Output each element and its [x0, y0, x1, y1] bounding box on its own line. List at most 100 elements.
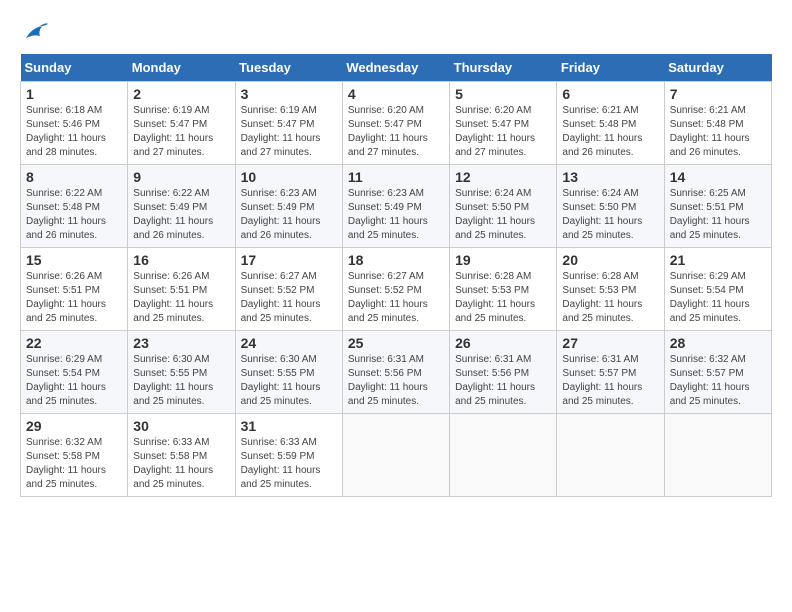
calendar-cell: [450, 414, 557, 497]
calendar-week-row: 22 Sunrise: 6:29 AMSunset: 5:54 PMDayligh…: [21, 331, 772, 414]
day-info: Sunrise: 6:27 AMSunset: 5:52 PMDaylight:…: [241, 271, 321, 324]
day-info: Sunrise: 6:32 AMSunset: 5:58 PMDaylight:…: [26, 437, 106, 490]
day-info: Sunrise: 6:19 AMSunset: 5:47 PMDaylight:…: [133, 105, 213, 158]
calendar-cell: 30 Sunrise: 6:33 AMSunset: 5:58 PMDayligh…: [128, 414, 235, 497]
calendar-cell: 15 Sunrise: 6:26 AMSunset: 5:51 PMDayligh…: [21, 248, 128, 331]
day-info: Sunrise: 6:25 AMSunset: 5:51 PMDaylight:…: [670, 188, 750, 241]
calendar-cell: 23 Sunrise: 6:30 AMSunset: 5:55 PMDayligh…: [128, 331, 235, 414]
day-number: 10: [241, 169, 337, 185]
page-header: [20, 20, 772, 44]
day-number: 12: [455, 169, 551, 185]
day-number: 9: [133, 169, 229, 185]
day-info: Sunrise: 6:24 AMSunset: 5:50 PMDaylight:…: [562, 188, 642, 241]
calendar-week-row: 8 Sunrise: 6:22 AMSunset: 5:48 PMDaylight…: [21, 165, 772, 248]
day-info: Sunrise: 6:20 AMSunset: 5:47 PMDaylight:…: [348, 105, 428, 158]
day-number: 20: [562, 252, 658, 268]
logo: [20, 20, 50, 44]
calendar-cell: 17 Sunrise: 6:27 AMSunset: 5:52 PMDayligh…: [235, 248, 342, 331]
day-number: 25: [348, 335, 444, 351]
calendar-cell: [342, 414, 449, 497]
weekday-header-monday: Monday: [128, 54, 235, 82]
day-info: Sunrise: 6:23 AMSunset: 5:49 PMDaylight:…: [241, 188, 321, 241]
calendar-cell: 24Sunrise: 6:30 AMSunset: 5:55 PMDayligh…: [235, 331, 342, 414]
calendar-cell: 28 Sunrise: 6:32 AMSunset: 5:57 PMDayligh…: [664, 331, 771, 414]
calendar-cell: [557, 414, 664, 497]
day-number: 21: [670, 252, 766, 268]
calendar-cell: 29 Sunrise: 6:32 AMSunset: 5:58 PMDayligh…: [21, 414, 128, 497]
weekday-header-friday: Friday: [557, 54, 664, 82]
calendar-cell: 18Sunrise: 6:27 AMSunset: 5:52 PMDayligh…: [342, 248, 449, 331]
weekday-header-wednesday: Wednesday: [342, 54, 449, 82]
weekday-header-sunday: Sunday: [21, 54, 128, 82]
day-number: 5: [455, 86, 551, 102]
calendar-week-row: 15 Sunrise: 6:26 AMSunset: 5:51 PMDayligh…: [21, 248, 772, 331]
calendar-week-row: 1 Sunrise: 6:18 AMSunset: 5:46 PMDaylight…: [21, 82, 772, 165]
day-number: 1: [26, 86, 122, 102]
calendar-cell: 25 Sunrise: 6:31 AMSunset: 5:56 PMDayligh…: [342, 331, 449, 414]
weekday-header-tuesday: Tuesday: [235, 54, 342, 82]
day-info: Sunrise: 6:31 AMSunset: 5:56 PMDaylight:…: [455, 354, 535, 407]
day-number: 30: [133, 418, 229, 434]
weekday-header-thursday: Thursday: [450, 54, 557, 82]
day-info: Sunrise: 6:21 AMSunset: 5:48 PMDaylight:…: [562, 105, 642, 158]
day-info: Sunrise: 6:32 AMSunset: 5:57 PMDaylight:…: [670, 354, 750, 407]
day-info: Sunrise: 6:20 AMSunset: 5:47 PMDaylight:…: [455, 105, 535, 158]
day-number: 18: [348, 252, 444, 268]
day-number: 22: [26, 335, 122, 351]
calendar-cell: 10 Sunrise: 6:23 AMSunset: 5:49 PMDayligh…: [235, 165, 342, 248]
day-number: 26: [455, 335, 551, 351]
calendar-cell: 1 Sunrise: 6:18 AMSunset: 5:46 PMDaylight…: [21, 82, 128, 165]
day-number: 29: [26, 418, 122, 434]
calendar-cell: 4 Sunrise: 6:20 AMSunset: 5:47 PMDaylight…: [342, 82, 449, 165]
day-number: 15: [26, 252, 122, 268]
calendar-table: SundayMondayTuesdayWednesdayThursdayFrid…: [20, 54, 772, 497]
day-number: 11: [348, 169, 444, 185]
day-info: Sunrise: 6:22 AMSunset: 5:49 PMDaylight:…: [133, 188, 213, 241]
day-number: 17: [241, 252, 337, 268]
day-number: 4: [348, 86, 444, 102]
day-info: Sunrise: 6:22 AMSunset: 5:48 PMDaylight:…: [26, 188, 106, 241]
calendar-cell: 8 Sunrise: 6:22 AMSunset: 5:48 PMDaylight…: [21, 165, 128, 248]
day-info: Sunrise: 6:33 AMSunset: 5:58 PMDaylight:…: [133, 437, 213, 490]
day-info: Sunrise: 6:29 AMSunset: 5:54 PMDaylight:…: [26, 354, 106, 407]
day-info: Sunrise: 6:19 AMSunset: 5:47 PMDaylight:…: [241, 105, 321, 158]
calendar-cell: 9 Sunrise: 6:22 AMSunset: 5:49 PMDaylight…: [128, 165, 235, 248]
weekday-header-saturday: Saturday: [664, 54, 771, 82]
calendar-cell: 13 Sunrise: 6:24 AMSunset: 5:50 PMDayligh…: [557, 165, 664, 248]
day-info: Sunrise: 6:33 AMSunset: 5:59 PMDaylight:…: [241, 437, 321, 490]
calendar-cell: 16Sunrise: 6:26 AMSunset: 5:51 PMDayligh…: [128, 248, 235, 331]
calendar-week-row: 29 Sunrise: 6:32 AMSunset: 5:58 PMDayligh…: [21, 414, 772, 497]
calendar-cell: [664, 414, 771, 497]
day-number: 28: [670, 335, 766, 351]
calendar-body: 1 Sunrise: 6:18 AMSunset: 5:46 PMDaylight…: [21, 82, 772, 497]
day-info: Sunrise: 6:30 AMSunset: 5:55 PMDaylight:…: [133, 354, 213, 407]
day-info: Sunrise: 6:28 AMSunset: 5:53 PMDaylight:…: [455, 271, 535, 324]
calendar-cell: 5 Sunrise: 6:20 AMSunset: 5:47 PMDaylight…: [450, 82, 557, 165]
day-number: 8: [26, 169, 122, 185]
calendar-cell: 22 Sunrise: 6:29 AMSunset: 5:54 PMDayligh…: [21, 331, 128, 414]
calendar-cell: 31Sunrise: 6:33 AMSunset: 5:59 PMDayligh…: [235, 414, 342, 497]
day-number: 13: [562, 169, 658, 185]
day-info: Sunrise: 6:28 AMSunset: 5:53 PMDaylight:…: [562, 271, 642, 324]
day-number: 23: [133, 335, 229, 351]
day-info: Sunrise: 6:30 AMSunset: 5:55 PMDaylight:…: [241, 354, 321, 407]
calendar-header-row: SundayMondayTuesdayWednesdayThursdayFrid…: [21, 54, 772, 82]
calendar-cell: 7 Sunrise: 6:21 AMSunset: 5:48 PMDaylight…: [664, 82, 771, 165]
calendar-cell: 6 Sunrise: 6:21 AMSunset: 5:48 PMDaylight…: [557, 82, 664, 165]
logo-bird-icon: [22, 20, 50, 44]
day-number: 2: [133, 86, 229, 102]
day-info: Sunrise: 6:26 AMSunset: 5:51 PMDaylight:…: [26, 271, 106, 324]
day-info: Sunrise: 6:21 AMSunset: 5:48 PMDaylight:…: [670, 105, 750, 158]
day-number: 7: [670, 86, 766, 102]
day-info: Sunrise: 6:26 AMSunset: 5:51 PMDaylight:…: [133, 271, 213, 324]
calendar-cell: 26 Sunrise: 6:31 AMSunset: 5:56 PMDayligh…: [450, 331, 557, 414]
day-number: 19: [455, 252, 551, 268]
day-info: Sunrise: 6:18 AMSunset: 5:46 PMDaylight:…: [26, 105, 106, 158]
calendar-cell: 20 Sunrise: 6:28 AMSunset: 5:53 PMDayligh…: [557, 248, 664, 331]
day-number: 6: [562, 86, 658, 102]
day-info: Sunrise: 6:31 AMSunset: 5:57 PMDaylight:…: [562, 354, 642, 407]
calendar-cell: 27Sunrise: 6:31 AMSunset: 5:57 PMDayligh…: [557, 331, 664, 414]
calendar-cell: 12Sunrise: 6:24 AMSunset: 5:50 PMDayligh…: [450, 165, 557, 248]
day-info: Sunrise: 6:31 AMSunset: 5:56 PMDaylight:…: [348, 354, 428, 407]
calendar-cell: 11Sunrise: 6:23 AMSunset: 5:49 PMDayligh…: [342, 165, 449, 248]
